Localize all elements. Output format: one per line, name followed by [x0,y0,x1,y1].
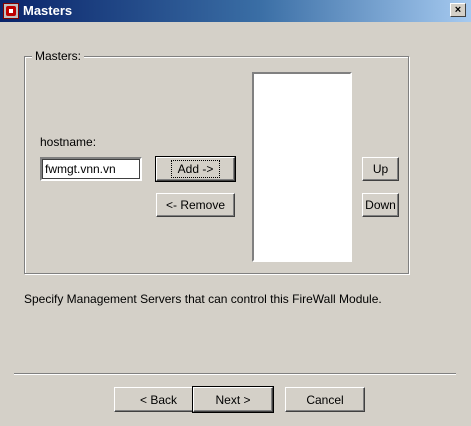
title-bar[interactable]: Masters × [0,0,471,22]
close-icon: × [454,4,462,16]
remove-button[interactable]: <- Remove [156,193,235,217]
close-button[interactable]: × [450,3,466,17]
masters-group-label: Masters: [32,49,85,63]
down-button[interactable]: Down [362,193,399,217]
hostname-input[interactable] [40,157,142,181]
window-title: Masters [23,3,73,18]
cancel-button-label: Cancel [306,392,344,407]
footer-separator [14,373,456,375]
up-button[interactable]: Up [362,157,399,181]
add-button[interactable]: Add -> [155,156,236,182]
add-button-label: Add -> [170,160,221,178]
hint-text: Specify Management Servers that can cont… [24,292,382,306]
back-button-label: < Back [139,392,178,407]
remove-button-label: <- Remove [165,198,226,212]
masters-list[interactable] [252,72,352,262]
up-button-label: Up [372,162,389,176]
back-button[interactable]: < Back [114,387,203,412]
firewall-app-icon [3,3,19,19]
cancel-button[interactable]: Cancel [285,387,365,412]
hostname-label: hostname: [40,135,97,149]
next-button[interactable]: Next > [192,386,274,413]
next-button-label: Next > [215,392,251,407]
down-button-label: Down [365,198,396,212]
